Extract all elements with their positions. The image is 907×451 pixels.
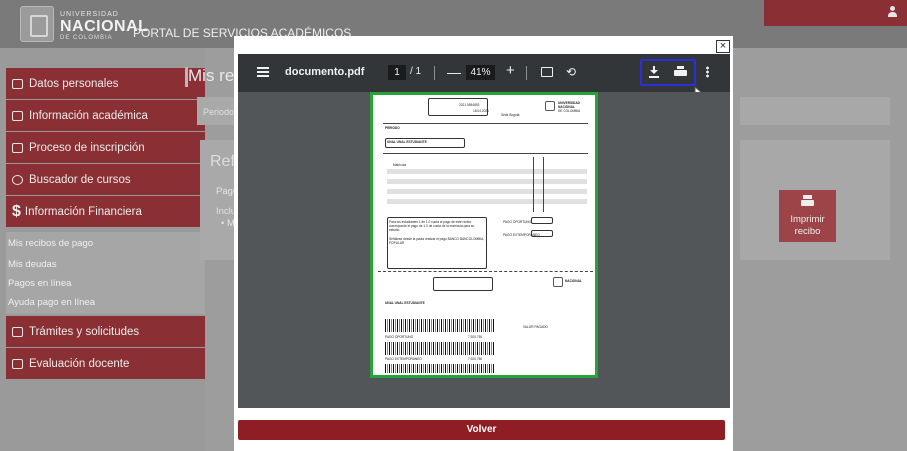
- print-icon[interactable]: [674, 66, 687, 78]
- includes-item: • M: [221, 218, 235, 229]
- pdf-rule: [533, 157, 534, 212]
- pdf-pago-extemp-2: PAGO EXTEMPORÁNEO: [385, 357, 422, 361]
- pdf-rule: [383, 153, 588, 154]
- pdf-logo: [545, 101, 555, 111]
- pdf-uni-name-2b: NACIONAL: [565, 279, 582, 283]
- pdf-barcode: [385, 319, 495, 332]
- pdf-note: Para los estudiantes 1 de 1.0 cuota al p…: [389, 220, 475, 232]
- pdf-filename: documento.pdf: [285, 66, 365, 78]
- book-icon: [12, 110, 23, 121]
- printer-icon: [801, 195, 814, 208]
- folder-icon: [12, 326, 23, 337]
- pdf-uni-name-3: DE COLOMBIA: [558, 109, 581, 113]
- pdf-pago-oportuno: PAGO OPORTUNO: [503, 220, 532, 224]
- pdf-sede: Sede Bogotá: [501, 113, 520, 117]
- page-total: / 1: [410, 66, 422, 77]
- sidebar-item-informacion-academica[interactable]: Información académica: [6, 100, 205, 131]
- sidebar-item-label: Evaluación docente: [29, 357, 130, 370]
- page-title: Mis re: [188, 66, 235, 85]
- university-logo[interactable]: [20, 6, 54, 42]
- pdf-valor-pagado: VALOR PAGADO: [523, 325, 548, 329]
- sidebar-item-datos-personales[interactable]: Datos personales: [6, 68, 205, 99]
- pdf-rule: [383, 123, 588, 124]
- university-name-sub: DE COLOMBIA: [60, 35, 113, 41]
- pdf-rule: [543, 157, 544, 212]
- pdf-pago-oportuno-2: PAGO OPORTUNO: [385, 335, 414, 339]
- pdf-ref: 2021 5554893: [459, 103, 480, 107]
- pdf-student: UNAL UNAL ESTUDIANTE: [387, 140, 427, 144]
- zoom-in-button[interactable]: +: [506, 62, 515, 79]
- toolbar-divider: [526, 66, 527, 80]
- rotate-icon[interactable]: ⟲: [566, 65, 576, 79]
- zoom-out-button[interactable]: —: [447, 64, 461, 80]
- sidebar-item-informacion-financiera[interactable]: $ Información Financiera: [6, 196, 205, 227]
- sidebar-item-label: Información académica: [29, 109, 148, 122]
- close-button[interactable]: ×: [716, 40, 730, 53]
- search-icon: [12, 174, 23, 185]
- dollar-icon: $: [12, 202, 21, 220]
- pdf-row: [387, 199, 587, 204]
- pdf-box: [531, 217, 553, 224]
- sidebar-item-evaluacion-docente[interactable]: Evaluación docente: [6, 348, 205, 379]
- user-icon[interactable]: [888, 6, 897, 18]
- zoom-input[interactable]: 41%: [466, 65, 495, 80]
- volver-button[interactable]: Volver: [238, 420, 725, 440]
- pdf-barcode: [385, 364, 495, 373]
- pdf-row: [387, 189, 587, 194]
- sidebar-item-buscador-cursos[interactable]: Buscador de cursos: [6, 164, 205, 195]
- pdf-logo-2: [553, 277, 563, 287]
- sidebar-item-label: Buscador de cursos: [29, 173, 131, 186]
- pdf-page: UNIVERSIDAD NACIONAL DE COLOMBIA 2021 55…: [370, 92, 598, 378]
- page-number-input[interactable]: 1: [388, 65, 406, 80]
- submenu-item-recibos[interactable]: Mis recibos de pago: [8, 238, 93, 249]
- sidebar-item-label: Información Financiera: [24, 205, 142, 218]
- pdf-student-2: UNAL UNAL ESTUDIANTE: [385, 301, 425, 305]
- submenu-item-ayuda-pago[interactable]: Ayuda pago en línea: [8, 297, 95, 308]
- sidebar-item-label: Datos personales: [29, 77, 119, 90]
- pdf-amount-2: 7,920,750: [468, 357, 483, 361]
- edit-icon: [12, 142, 23, 153]
- pdf-periodo: PERIODO: [385, 126, 400, 130]
- menu-icon[interactable]: [257, 67, 269, 77]
- pdf-amount: 7,920,750: [468, 335, 483, 339]
- sidebar-item-tramites[interactable]: Trámites y solicitudes: [6, 316, 205, 347]
- periodo-label: Periodo: [203, 107, 235, 117]
- sidebar-item-label: Proceso de inscripción: [29, 141, 145, 154]
- sidebar-item-label: Trámites y solicitudes: [29, 325, 140, 338]
- pdf-bank: Señálese desde la pauta realizar el pago…: [389, 237, 485, 245]
- pdf-matricula: Matrícula: [393, 163, 407, 167]
- pdf-date: 18.04.2021: [473, 109, 489, 113]
- pdf-box: [428, 98, 488, 116]
- sidebar-item-proceso-inscripcion[interactable]: Proceso de inscripción: [6, 132, 205, 163]
- fit-page-icon[interactable]: [541, 67, 553, 77]
- submenu-item-pagos-linea[interactable]: Pagos en línea: [8, 278, 71, 289]
- download-icon-base: [649, 76, 659, 78]
- right-panel-top: [740, 97, 890, 125]
- pdf-box: [433, 277, 493, 291]
- more-options-icon[interactable]: [706, 66, 709, 78]
- pdf-cut-line: [378, 271, 593, 272]
- pdf-barcode: [385, 342, 495, 355]
- pdf-row: [387, 179, 587, 184]
- toolbar-divider: [434, 66, 435, 80]
- university-name-top: UNIVERSIDAD: [60, 11, 119, 18]
- id-card-icon: [12, 78, 23, 89]
- pdf-row: [387, 169, 587, 174]
- submenu-item-deudas[interactable]: Mis deudas: [8, 259, 57, 270]
- user-menu-button[interactable]: [764, 0, 907, 26]
- form-icon: [12, 358, 23, 369]
- pdf-box: [531, 230, 553, 237]
